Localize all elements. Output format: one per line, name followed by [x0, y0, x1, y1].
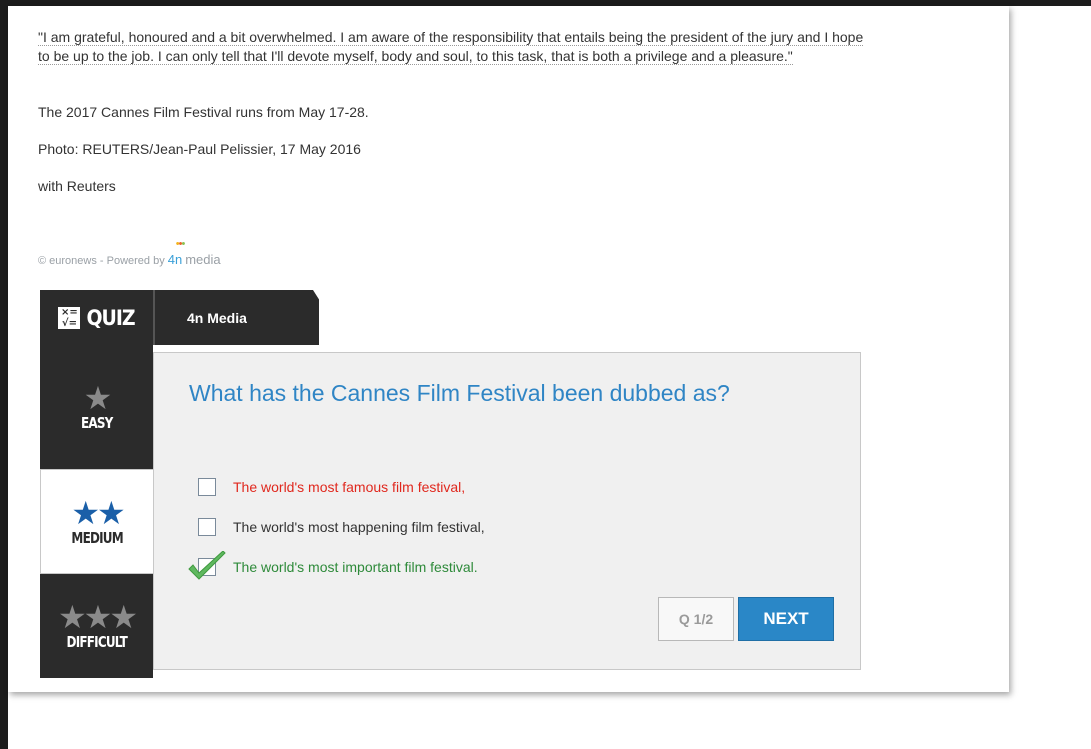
checkmark-icon: [188, 551, 226, 580]
answer-option[interactable]: The world's most happening film festival…: [198, 507, 485, 547]
article-card: "I am grateful, honoured and a bit overw…: [8, 6, 1009, 692]
star-icon: ★★: [71, 494, 125, 531]
answer-checkbox[interactable]: [198, 518, 216, 536]
powered-by-credit[interactable]: © euronews - Powered by ••• 4n media: [38, 238, 221, 267]
quiz-brand: ×= √= QUIZ: [40, 290, 153, 345]
question-counter: Q 1/2: [658, 597, 734, 641]
answer-option[interactable]: The world's most important film festival…: [188, 547, 485, 587]
answer-checkbox[interactable]: [188, 551, 226, 580]
festival-dates: The 2017 Cannes Film Festival runs from …: [38, 104, 369, 120]
question-panel: What has the Cannes Film Festival been d…: [153, 352, 861, 670]
question-footer: Q 1/2 NEXT: [658, 597, 834, 641]
star-icon: ★: [83, 380, 113, 416]
article-body: "I am grateful, honoured and a bit overw…: [38, 28, 868, 194]
article-quote: "I am grateful, honoured and a bit overw…: [38, 29, 864, 65]
source-credit: with Reuters: [38, 178, 116, 194]
tab-4n-media[interactable]: 4n Media: [153, 290, 319, 345]
quiz-icon: ×= √=: [58, 306, 81, 329]
difficulty-levels: ★ EASY ★★ MEDIUM ★★★ DIFFICULT: [40, 345, 153, 678]
quiz-header: ×= √= QUIZ 4n Media: [40, 290, 319, 345]
star-icon: ★★★: [57, 599, 138, 635]
question-text: What has the Cannes Film Festival been d…: [189, 380, 730, 406]
level-difficult[interactable]: ★★★ DIFFICULT: [40, 574, 153, 678]
next-button[interactable]: NEXT: [738, 597, 834, 641]
answer-checkbox[interactable]: [198, 478, 216, 496]
4n-media-logo: ••• 4n: [167, 238, 186, 267]
answer-list: The world's most famous film festival, T…: [188, 467, 485, 587]
level-easy[interactable]: ★ EASY: [40, 345, 153, 469]
answer-option[interactable]: The world's most famous film festival,: [198, 467, 485, 507]
level-medium[interactable]: ★★ MEDIUM: [40, 469, 153, 574]
photo-credit: Photo: REUTERS/Jean-Paul Pelissier, 17 M…: [38, 141, 361, 157]
